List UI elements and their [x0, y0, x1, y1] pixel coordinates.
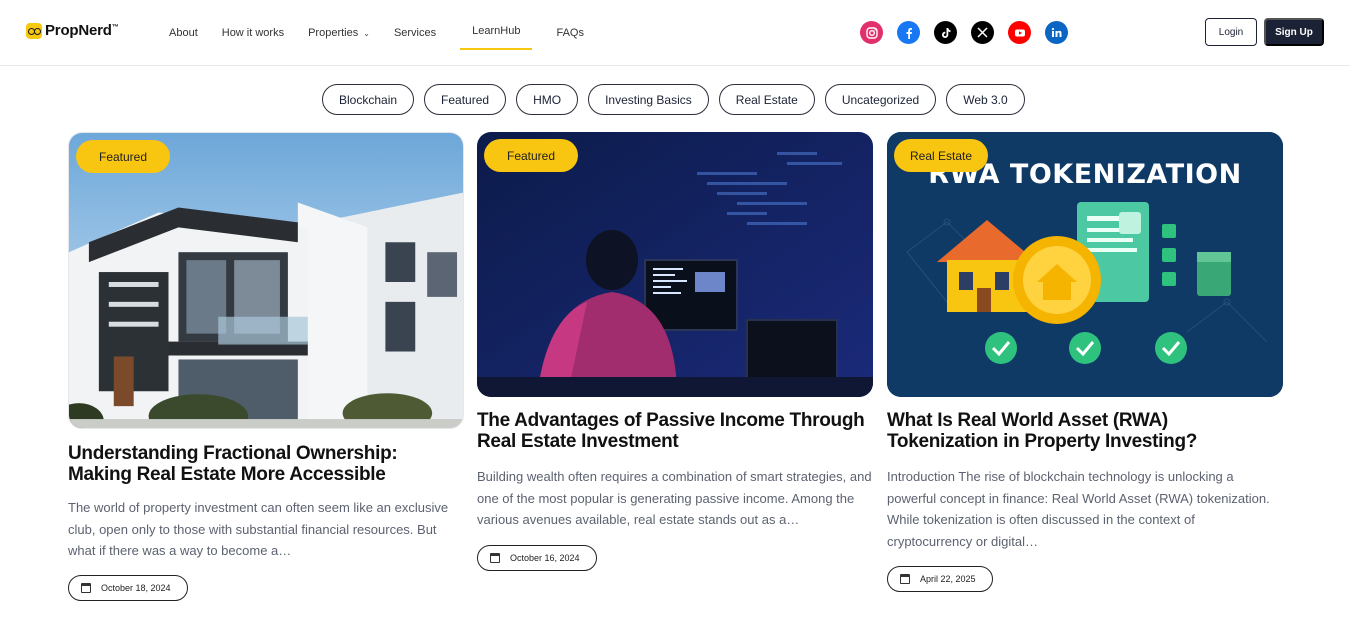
- main-nav: About How it works Properties ⌄ Services …: [169, 0, 608, 66]
- article-card[interactable]: RWA TOKENIZATION Real Estate What Is Rea…: [887, 132, 1283, 592]
- nav-how-it-works[interactable]: How it works: [222, 0, 284, 66]
- brand-name: PropNerd™: [45, 22, 119, 39]
- filter-blockchain[interactable]: Blockchain: [322, 84, 415, 115]
- filter-featured[interactable]: Featured: [424, 84, 507, 115]
- nav-about[interactable]: About: [169, 0, 198, 66]
- filter-investing-basics[interactable]: Investing Basics: [588, 84, 709, 115]
- facebook-icon[interactable]: [897, 21, 920, 44]
- calendar-icon: [81, 582, 91, 593]
- article-excerpt: Introduction The rise of blockchain tech…: [887, 469, 1270, 549]
- chevron-down-icon: ⌄: [363, 28, 370, 38]
- article-date: April 22, 2025: [887, 566, 993, 592]
- nav-faqs[interactable]: FAQs: [556, 0, 584, 66]
- x-icon[interactable]: [971, 21, 994, 44]
- nav-services[interactable]: Services: [394, 0, 436, 66]
- calendar-icon: [900, 574, 910, 584]
- tiktok-icon[interactable]: [934, 21, 957, 44]
- calendar-icon: [490, 552, 500, 563]
- category-filters: Blockchain Featured HMO Investing Basics…: [322, 84, 1025, 115]
- logo-glasses-icon: [26, 22, 42, 39]
- article-title[interactable]: What Is Real World Asset (RWA) Tokenizat…: [887, 410, 1283, 452]
- article-date: October 16, 2024: [477, 544, 597, 571]
- instagram-icon[interactable]: [860, 21, 883, 44]
- nav-learnhub[interactable]: LearnHub: [460, 0, 533, 64]
- category-badge: Real Estate: [894, 139, 989, 172]
- brand-logo[interactable]: PropNerd™: [26, 22, 119, 39]
- article-title[interactable]: The Advantages of Passive Income Through…: [477, 410, 873, 452]
- filter-uncategorized[interactable]: Uncategorized: [824, 84, 937, 115]
- article-excerpt: The world of property investment can oft…: [68, 500, 449, 558]
- article-image-modern-house[interactable]: Featured: [68, 132, 464, 429]
- article-card[interactable]: Featured Understanding Fractional Owners…: [68, 132, 464, 601]
- linkedin-icon[interactable]: [1045, 21, 1068, 44]
- nav-properties[interactable]: Properties ⌄: [308, 0, 370, 66]
- article-image-rwa-tokenization[interactable]: RWA TOKENIZATION Real Estate: [887, 132, 1283, 397]
- article-image-coder-at-screen[interactable]: Featured: [477, 132, 873, 397]
- category-badge: Featured: [484, 139, 579, 172]
- filter-hmo[interactable]: HMO: [516, 84, 579, 115]
- login-button[interactable]: Login: [1205, 18, 1257, 46]
- social-links: [860, 21, 1068, 44]
- site-header: PropNerd™ About How it works Properties ⌄…: [0, 0, 1350, 66]
- category-badge: Featured: [76, 140, 171, 173]
- article-excerpt: Building wealth often requires a combina…: [477, 469, 872, 527]
- filter-real-estate[interactable]: Real Estate: [718, 84, 815, 115]
- youtube-icon[interactable]: [1008, 21, 1031, 44]
- signup-button[interactable]: Sign Up: [1264, 18, 1324, 46]
- article-title[interactable]: Understanding Fractional Ownership: Maki…: [68, 443, 464, 485]
- article-card[interactable]: Featured The Advantages of Passive Incom…: [477, 132, 873, 571]
- filter-web3[interactable]: Web 3.0: [946, 84, 1025, 115]
- article-date: October 18, 2024: [68, 574, 188, 601]
